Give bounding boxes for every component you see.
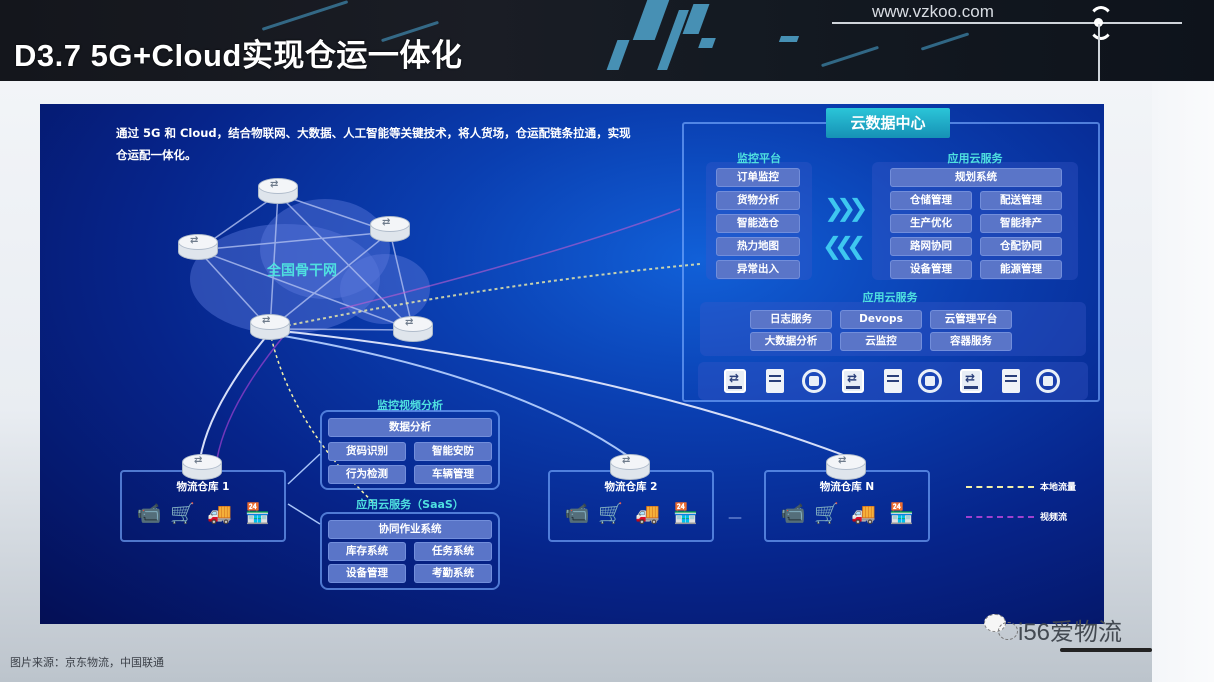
router-icon: ⇄	[826, 454, 866, 484]
router-icon: ⇄	[610, 454, 650, 484]
truck-icon: 🚚	[635, 501, 661, 525]
storage-icon	[802, 369, 826, 393]
truck-icon: 🚚	[851, 501, 877, 525]
tile-saas: 考勤系统	[414, 564, 492, 583]
legend-video-stream: 视频流	[966, 510, 1067, 523]
tile-app: 路网协同	[890, 237, 972, 256]
tile-container-service: 容器服务	[930, 332, 1012, 351]
tile-app: 智能排产	[980, 214, 1062, 233]
tile-app: 配送管理	[980, 191, 1062, 210]
switch-icon	[842, 369, 864, 393]
camera-icon: 📹	[564, 501, 590, 525]
legend-label: 视频流	[1040, 513, 1068, 523]
store-icon: 🏪	[245, 501, 271, 525]
tile-app: 仓配协同	[980, 237, 1062, 256]
decor-bar	[632, 0, 670, 40]
decor-line	[832, 22, 1182, 24]
router-icon: ⇄	[370, 216, 410, 246]
app-cloud-services-label: 应用云服务	[947, 152, 1003, 165]
legend-local-traffic: 本地流量	[966, 480, 1076, 493]
slide-header: D3.7 5G+Cloud实现仓运一体化 www.vzkoo.com	[0, 0, 1214, 81]
legend-label: 本地流量	[1040, 483, 1077, 493]
tile-saas: 库存系统	[328, 542, 406, 561]
store-icon: 🏪	[889, 501, 915, 525]
tile-log-service: 日志服务	[750, 310, 832, 329]
brand-underline	[1060, 648, 1152, 652]
tile-video: 行为检测	[328, 465, 406, 484]
router-icon: ⇄	[178, 234, 218, 264]
decor-streak	[920, 32, 970, 51]
tile-video: 货码识别	[328, 442, 406, 461]
tile-app: 生产优化	[890, 214, 972, 233]
storage-icon	[918, 369, 942, 393]
decor-bar	[778, 36, 800, 42]
decor-bar	[698, 38, 716, 48]
tile-cloud-mgmt: 云管理平台	[930, 310, 1012, 329]
router-icon: ⇄	[250, 314, 290, 344]
tile-goods-analysis: 货物分析	[716, 191, 800, 210]
source-url[interactable]: www.vzkoo.com	[872, 2, 994, 22]
storage-icon	[1036, 369, 1060, 393]
router-icon: ⇄	[182, 454, 222, 484]
tile-app: 仓储管理	[890, 191, 972, 210]
side-margin	[1152, 82, 1214, 682]
server-icon	[766, 369, 784, 393]
tile-app: 能源管理	[980, 260, 1062, 279]
truck-icon: 🚚	[207, 501, 233, 525]
tile-video: 车辆管理	[414, 465, 492, 484]
tile-app: 设备管理	[890, 260, 972, 279]
arrow-right-icon: ❯❯❯	[824, 194, 868, 222]
router-icon: ⇄	[393, 316, 433, 346]
decor-streak	[261, 0, 349, 31]
equipment-row	[698, 362, 1088, 400]
camera-icon: 📹	[136, 501, 162, 525]
router-icon: ⇄	[258, 178, 298, 208]
server-icon	[1002, 369, 1020, 393]
legend-swatch	[966, 515, 1034, 518]
tile-saas: 任务系统	[414, 542, 492, 561]
tile-devops: Devops	[840, 310, 922, 329]
tile-abnormal-io: 异常出入	[716, 260, 800, 279]
image-source: 图片来源：京东物流，中国联通	[10, 656, 164, 669]
cart-icon: 🛒	[814, 501, 840, 525]
decor-streak	[821, 45, 879, 68]
tile-video: 智能安防	[414, 442, 492, 461]
tile-data-analysis: 数据分析	[328, 418, 492, 437]
switch-icon	[960, 369, 982, 393]
data-center-title: 云数据中心	[826, 108, 950, 138]
ellipsis-connector: —	[728, 510, 742, 526]
decor-bar	[682, 4, 710, 34]
wechat-icon	[984, 612, 1022, 644]
tile-heat-map: 热力地图	[716, 237, 800, 256]
tile-planning-system: 规划系统	[890, 168, 1062, 187]
switch-icon	[724, 369, 746, 393]
tile-collab-system: 协同作业系统	[328, 520, 492, 539]
arrow-left-icon: ❮❮❮	[822, 232, 866, 260]
cart-icon: 🛒	[598, 501, 624, 525]
cart-icon: 🛒	[170, 501, 196, 525]
tile-smart-warehouse: 智能选仓	[716, 214, 800, 233]
tile-big-data: 大数据分析	[750, 332, 832, 351]
backbone-network-label: 全国骨干网	[267, 263, 337, 279]
diagram-panel: 通过 5G 和 Cloud，结合物联网、大数据、人工智能等关键技术，将人货场，仓…	[40, 104, 1104, 624]
legend-swatch	[966, 485, 1034, 488]
tile-order-monitor: 订单监控	[716, 168, 800, 187]
brand-watermark: i56爱物流	[1018, 619, 1123, 646]
decor-bar	[606, 40, 630, 70]
tile-saas: 设备管理	[328, 564, 406, 583]
camera-icon: 📹	[780, 501, 806, 525]
decor-vline	[1098, 24, 1100, 81]
saas-label: 应用云服务（SaaS）	[356, 498, 464, 511]
monitor-platform-label: 监控平台	[737, 152, 781, 165]
slide-title: D3.7 5G+Cloud实现仓运一体化	[14, 38, 463, 73]
tile-cloud-monitor: 云监控	[840, 332, 922, 351]
store-icon: 🏪	[673, 501, 699, 525]
server-icon	[884, 369, 902, 393]
